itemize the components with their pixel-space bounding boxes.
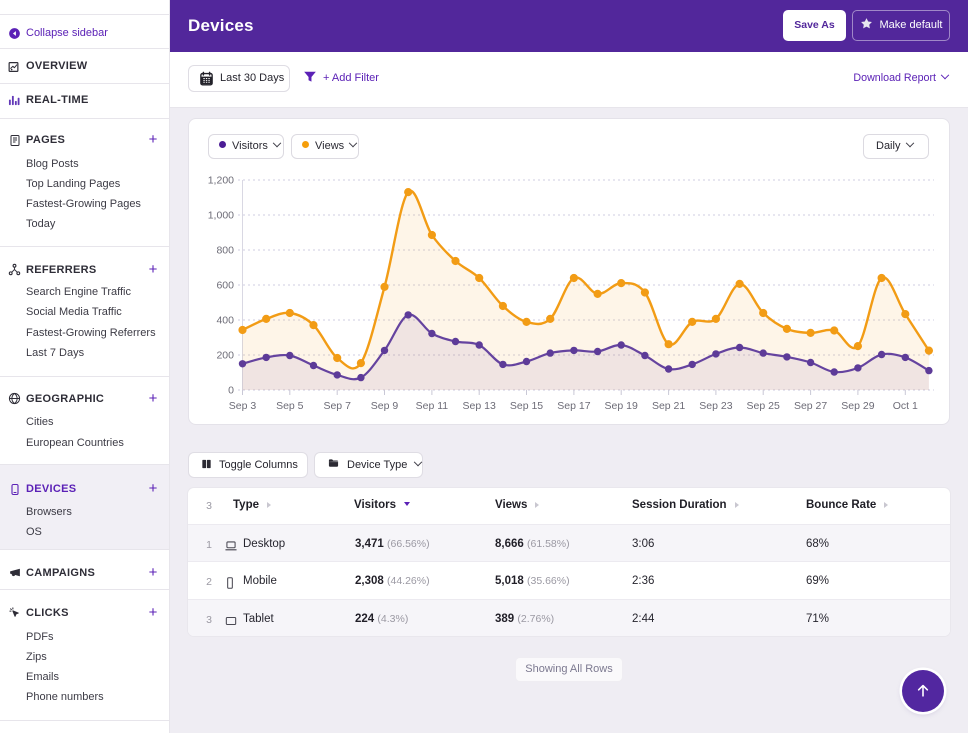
svg-text:Sep 23: Sep 23 (699, 400, 732, 412)
svg-text:Sep 19: Sep 19 (605, 400, 638, 412)
svg-text:Sep 25: Sep 25 (747, 400, 780, 412)
svg-text:Sep 27: Sep 27 (794, 400, 827, 412)
svg-text:Sep 21: Sep 21 (652, 400, 685, 412)
svg-text:Sep 7: Sep 7 (323, 400, 351, 412)
svg-text:Sep 5: Sep 5 (276, 400, 304, 412)
svg-text:Sep 17: Sep 17 (557, 400, 590, 412)
svg-text:1,200: 1,200 (208, 175, 234, 187)
svg-text:Sep 15: Sep 15 (510, 400, 543, 412)
svg-text:800: 800 (216, 245, 234, 257)
svg-text:0: 0 (228, 385, 234, 397)
svg-text:600: 600 (216, 280, 234, 292)
svg-text:Sep 3: Sep 3 (229, 400, 257, 412)
svg-text:Sep 29: Sep 29 (841, 400, 874, 412)
svg-text:Sep 9: Sep 9 (371, 400, 399, 412)
svg-text:Sep 13: Sep 13 (463, 400, 496, 412)
svg-text:1,000: 1,000 (208, 210, 234, 222)
svg-text:Sep 11: Sep 11 (416, 400, 449, 412)
svg-text:400: 400 (216, 315, 234, 327)
svg-text:Oct 1: Oct 1 (893, 400, 918, 412)
svg-text:200: 200 (216, 350, 234, 362)
